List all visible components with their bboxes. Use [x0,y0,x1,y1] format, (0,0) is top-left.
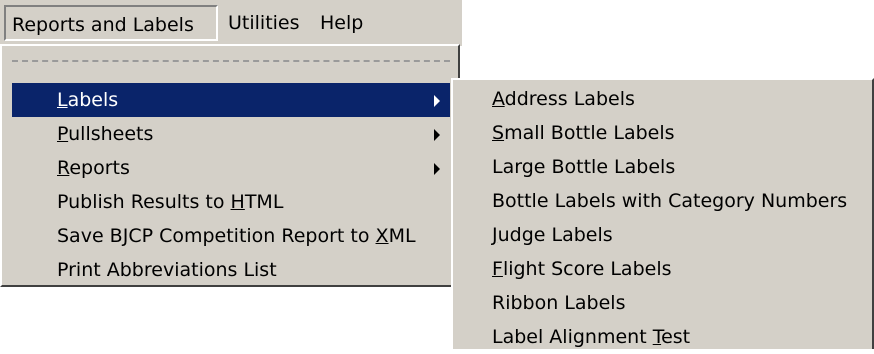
menu-item-label: Print Abbreviations List [57,259,277,281]
submenu-item-large-bottle-labels[interactable]: Large Bottle Labels [453,150,872,184]
menu-item-label: Reports [57,157,130,179]
menu-reports-and-labels[interactable]: Reports and Labels [4,5,218,41]
submenu-item-label: Small Bottle Labels [492,122,675,144]
submenu-item-label: Flight Score Labels [492,258,672,280]
menu-item-label: Labels [57,89,119,111]
menu-utilities[interactable]: Utilities [228,5,300,41]
menu-label: Help [320,12,364,34]
submenu-item-bottle-labels-category[interactable]: Bottle Labels with Category Numbers [453,184,872,218]
submenu-item-label: Large Bottle Labels [492,156,676,178]
menu-item-print-abbreviations[interactable]: Print Abbreviations List [12,253,450,287]
menu-bar: Reports and Labels Utilities Help [0,0,462,46]
menu-item-label: Save BJCP Competition Report to XML [57,225,416,247]
menu-item-reports[interactable]: Reports [12,151,450,185]
menu-item-labels[interactable]: Labels [12,83,450,117]
submenu-item-flight-score-labels[interactable]: Flight Score Labels [453,252,872,286]
submenu-arrow-icon [434,129,440,141]
submenu-item-label: Ribbon Labels [492,292,626,314]
menu-item-publish-results-html[interactable]: Publish Results to HTML [12,185,450,219]
submenu-item-judge-labels[interactable]: Judge Labels [453,218,872,252]
menu-item-label: Pullsheets [57,123,154,145]
labels-submenu: Address Labels Small Bottle Labels Large… [451,78,874,349]
menu-label: Utilities [228,12,300,34]
submenu-item-ribbon-labels[interactable]: Ribbon Labels [453,286,872,320]
menu-item-pullsheets[interactable]: Pullsheets [12,117,450,151]
menu-help[interactable]: Help [320,5,363,41]
submenu-item-label: Bottle Labels with Category Numbers [492,190,848,212]
menu-item-label: Publish Results to HTML [57,191,284,213]
submenu-item-label: Judge Labels [492,224,613,246]
submenu-item-label: Address Labels [492,88,635,110]
reports-and-labels-dropdown: Labels Pullsheets Reports Publish Result… [0,44,460,287]
submenu-item-address-labels[interactable]: Address Labels [453,82,872,116]
submenu-arrow-icon [434,163,440,175]
tear-off-separator[interactable] [12,60,450,62]
submenu-arrow-icon [434,95,440,107]
menu-item-save-bjcp-report-xml[interactable]: Save BJCP Competition Report to XML [12,219,450,253]
submenu-item-small-bottle-labels[interactable]: Small Bottle Labels [453,116,872,150]
menu-label: Reports and Labels [12,14,194,36]
